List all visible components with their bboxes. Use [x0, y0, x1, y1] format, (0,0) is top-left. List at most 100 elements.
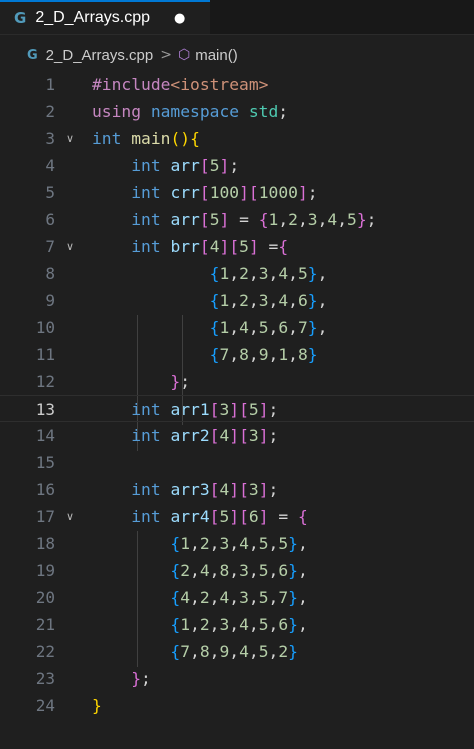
code-text: {7,8,9,4,5,2} [92, 638, 298, 665]
code-token: arr2 [170, 426, 210, 445]
code-token: [ [229, 237, 240, 256]
code-line-5[interactable]: 5 int crr[100][1000]; [0, 179, 474, 206]
code-line-19[interactable]: 19 {2,4,8,3,5,6}, [0, 557, 474, 584]
code-token: 5 [258, 318, 269, 337]
code-line-9[interactable]: 9 {1,2,3,4,6}, [0, 287, 474, 314]
code-token: 4 [278, 264, 289, 283]
code-token: 2 [199, 615, 210, 634]
code-token: , [229, 615, 240, 634]
code-text: } [92, 692, 102, 719]
tab-bar: G 2_D_Arrays.cpp ● [0, 0, 474, 35]
code-line-1[interactable]: 1 #include<iostream> [0, 71, 474, 98]
breadcrumb-file[interactable]: 2_D_Arrays.cpp [46, 47, 154, 64]
code-token: { [209, 345, 220, 364]
code-line-11[interactable]: 11 {7,8,9,1,8} [0, 341, 474, 368]
code-line-6[interactable]: 6 int arr[5] = {1,2,3,4,5}; [0, 206, 474, 233]
code-token: ] [229, 480, 240, 499]
fold-chevron-icon[interactable]: ∨ [66, 125, 80, 152]
code-line-22[interactable]: 22 {7,8,9,4,5,2} [0, 638, 474, 665]
code-token: 5 [278, 534, 289, 553]
code-line-15[interactable]: 15 [0, 449, 474, 476]
code-token: 4 [199, 561, 210, 580]
code-token: 4 [239, 642, 249, 661]
tab-2-d-arrays-cpp[interactable]: G 2_D_Arrays.cpp ● [0, 0, 210, 34]
code-token: int [131, 480, 161, 499]
code-line-4[interactable]: 4 int arr[5]; [0, 152, 474, 179]
fold-chevron-icon[interactable]: ∨ [66, 233, 80, 260]
code-line-17[interactable]: 17 ∨ int arr4[5][6] = { [0, 503, 474, 530]
code-token: , [317, 318, 328, 337]
code-line-24[interactable]: 24} [0, 692, 474, 719]
code-line-10[interactable]: 10 {1,4,5,6,7}, [0, 314, 474, 341]
code-token: 1000 [258, 183, 298, 202]
code-text: int arr[5] = {1,2,3,4,5}; [92, 206, 376, 233]
code-token: , [297, 561, 308, 580]
code-text: {7,8,9,1,8} [92, 341, 318, 368]
line-number: 3 [45, 129, 55, 148]
code-line-16[interactable]: 16 int arr3[4][3]; [0, 476, 474, 503]
code-token: { [170, 615, 181, 634]
line-number: 8 [45, 264, 55, 283]
line-number: 24 [35, 696, 55, 715]
code-token: 5 [258, 642, 269, 661]
code-text: {2,4,8,3,5,6}, [92, 557, 308, 584]
code-token: 5 [258, 588, 269, 607]
code-line-21[interactable]: 21 {1,2,3,4,5,6}, [0, 611, 474, 638]
fold-chevron-icon[interactable]: ∨ [66, 503, 80, 530]
code-token: 6 [248, 507, 259, 526]
code-token: , [268, 642, 279, 661]
line-number: 9 [45, 291, 55, 310]
code-token: 5 [297, 264, 308, 283]
code-token: } [288, 534, 298, 553]
code-token: main [131, 129, 171, 148]
code-token: , [268, 345, 279, 364]
code-line-2[interactable]: 2 using namespace std; [0, 98, 474, 125]
code-text: {1,2,3,4,5,5}, [92, 530, 307, 557]
code-token: ] [258, 426, 269, 445]
code-token: , [190, 615, 200, 634]
code-token: , [248, 345, 259, 364]
code-token: ] [219, 156, 230, 175]
breadcrumb-symbol[interactable]: main() [195, 47, 238, 64]
code-token: [ [199, 210, 210, 229]
code-editor[interactable]: 1 #include<iostream> 2 using namespace std;… [0, 71, 474, 749]
code-line-20[interactable]: 20 {4,2,4,3,5,7}, [0, 584, 474, 611]
code-line-8[interactable]: 8 {1,2,3,4,5}, [0, 260, 474, 287]
code-text: #include<iostream> [92, 71, 268, 98]
code-token: #include [92, 75, 171, 94]
code-token: } [307, 318, 318, 337]
code-line-3[interactable]: 3 ∨ int main(){ [0, 125, 474, 152]
code-token: { [170, 561, 181, 580]
code-token: , [248, 615, 259, 634]
code-token: 5 [258, 534, 269, 553]
code-token: 4 [239, 534, 249, 553]
line-number: 20 [35, 588, 55, 607]
code-line-12[interactable]: 12 }; [0, 368, 474, 395]
code-line-7[interactable]: 7 ∨ int brr[4][5] ={ [0, 233, 474, 260]
code-token: int [131, 210, 161, 229]
code-token: , [190, 561, 200, 580]
code-line-13[interactable]: 13 int arr1[3][5]; [0, 395, 474, 422]
code-token: , [248, 264, 259, 283]
code-line-23[interactable]: 23 }; [0, 665, 474, 692]
code-token: , [268, 615, 279, 634]
code-token: , [288, 291, 298, 310]
code-line-14[interactable]: 14 int arr2[4][3]; [0, 422, 474, 449]
code-token: , [229, 264, 240, 283]
code-token: using [92, 102, 142, 121]
code-token: 6 [278, 318, 289, 337]
code-token: 2 [239, 264, 249, 283]
code-token: } [288, 642, 298, 661]
code-token: , [288, 264, 298, 283]
code-line-18[interactable]: 18 {1,2,3,4,5,5}, [0, 530, 474, 557]
unsaved-dot-icon[interactable]: ● [174, 11, 185, 26]
code-token: arr1 [170, 400, 210, 419]
code-token: 7 [180, 642, 191, 661]
